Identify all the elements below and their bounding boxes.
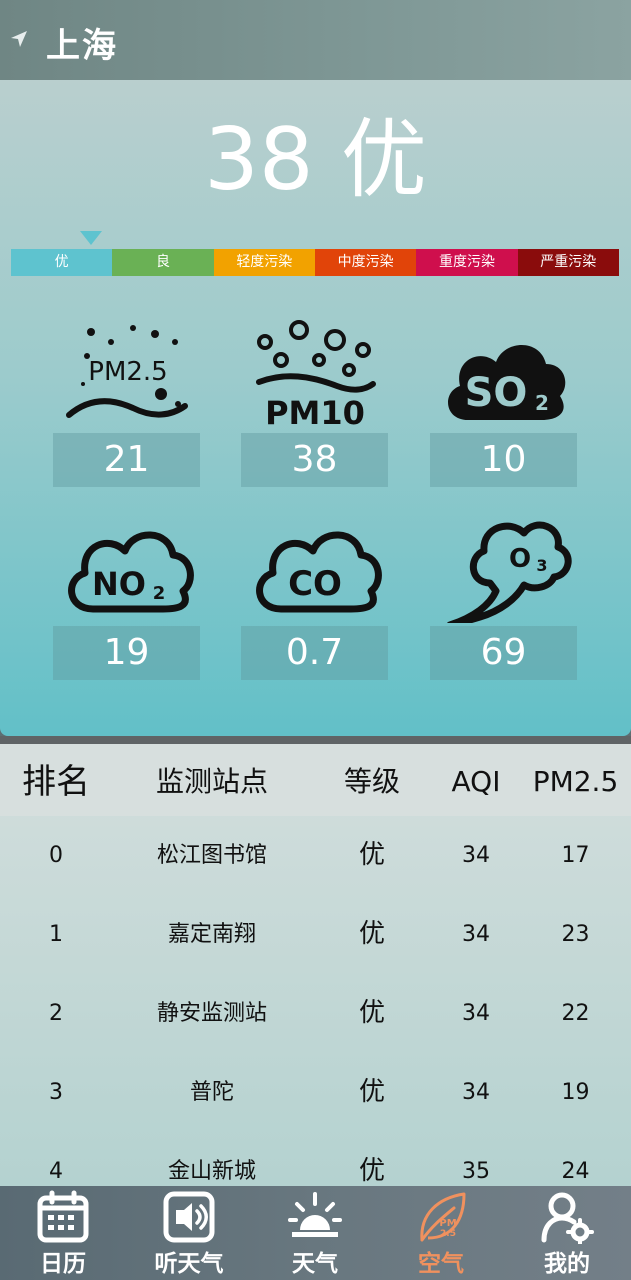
table-row[interactable]: 4 金山新城 优 35 24	[0, 1132, 631, 1186]
scale-segment: 中度污染	[314, 249, 417, 276]
nav-item-air[interactable]: PM 2.5 空气	[378, 1186, 504, 1280]
pollutant-value: 0.7	[241, 626, 388, 680]
cell-rank: 4	[49, 1159, 63, 1184]
calendar-icon	[37, 1190, 89, 1243]
table-row[interactable]: 1 嘉定南翔 优 34 23	[0, 895, 631, 974]
cell-pm25: 22	[561, 1001, 590, 1026]
speaker-icon	[163, 1191, 215, 1243]
co-icon-text: CO	[288, 564, 342, 604]
svg-text:2.5: 2.5	[440, 1229, 456, 1239]
cell-aqi: 34	[462, 922, 490, 947]
so2-icon-text: SO	[465, 370, 528, 416]
table-header: 排名 监测站点 等级 AQI PM2.5	[0, 744, 631, 816]
city-name[interactable]: 上海	[46, 18, 118, 67]
co-icon: CO	[256, 531, 382, 613]
cell-level: 优	[358, 1077, 385, 1107]
header-pm25: PM2.5	[532, 765, 619, 798]
cell-level: 优	[358, 1156, 385, 1186]
scale-segment: 重度污染	[416, 249, 518, 276]
header-aqi: AQI	[451, 765, 501, 798]
station-ranking-table[interactable]: 排名 监测站点 等级 AQI PM2.5 0 松江图书馆 优 34 17 1 嘉…	[0, 744, 631, 1186]
nav-label: 天气	[292, 1251, 338, 1277]
scale-segment: 严重污染	[517, 249, 619, 276]
nav-item-mine[interactable]: 我的	[504, 1186, 630, 1280]
header-level: 等级	[343, 765, 400, 798]
cell-station: 静安监测站	[156, 1001, 267, 1026]
pollutant-value: 38	[241, 433, 388, 487]
nav-label: 我的	[544, 1251, 590, 1277]
so2-icon: SO 2	[448, 345, 566, 420]
table-row[interactable]: 0 松江图书馆 优 34 17	[0, 816, 631, 895]
cell-aqi: 34	[462, 843, 490, 868]
cell-pm25: 24	[561, 1159, 590, 1184]
cell-station: 金山新城	[167, 1159, 256, 1184]
cell-station: 松江图书馆	[156, 843, 267, 868]
nav-label: 听天气	[154, 1251, 224, 1277]
nav-item-calendar[interactable]: 日历	[0, 1186, 126, 1280]
section-divider	[0, 736, 631, 744]
aqi-level-marker	[80, 231, 102, 245]
no2-icon: NO 2	[68, 531, 194, 613]
o3-icon: O 3	[447, 521, 572, 623]
cell-rank: 0	[49, 843, 63, 868]
cell-station: 普陀	[189, 1080, 234, 1105]
cell-pm25: 23	[561, 922, 590, 947]
bottom-nav: 日历 听天气 天气 PM 2.5 空气 我的	[0, 1186, 631, 1280]
table-row[interactable]: 3 普陀 优 34 19	[0, 1053, 631, 1132]
nav-label: 日历	[40, 1251, 86, 1277]
scale-segment: 轻度污染	[213, 249, 315, 276]
cell-aqi: 34	[462, 1080, 490, 1105]
cell-pm25: 17	[561, 843, 590, 868]
cell-level: 优	[358, 919, 385, 949]
aqi-scale: 优 良 轻度污染 中度污染 重度污染 严重污染	[11, 249, 619, 276]
leaf-pm25-icon: PM 2.5	[420, 1192, 466, 1242]
nav-item-weather[interactable]: 天气	[252, 1186, 378, 1280]
header-station: 监测站点	[155, 765, 268, 798]
cell-level: 优	[358, 998, 385, 1028]
cell-rank: 2	[49, 1001, 63, 1026]
cell-rank: 1	[49, 922, 63, 947]
header-rank: 排名	[22, 762, 90, 802]
cell-station: 嘉定南翔	[167, 922, 256, 947]
location-arrow-icon[interactable]	[10, 30, 28, 48]
o3-icon-text: O	[509, 544, 531, 574]
scale-segment: 优	[11, 249, 113, 276]
cell-rank: 3	[49, 1080, 63, 1105]
top-bar: 上海	[0, 0, 631, 80]
svg-text:2: 2	[535, 391, 549, 415]
pm25-icon: PM2.5	[66, 325, 188, 418]
scale-segment: 良	[112, 249, 214, 276]
nav-label: 空气	[418, 1251, 464, 1277]
aqi-panel: 38 优 优 良 轻度污染 中度污染 重度污染 严重污染 PM2.5 21 PM…	[0, 80, 631, 736]
pollutant-value: 21	[53, 433, 200, 487]
cell-aqi: 34	[462, 1001, 490, 1026]
cell-level: 优	[358, 840, 385, 870]
pm10-icon-text: PM10	[265, 394, 365, 430]
no2-icon-text: NO	[92, 565, 146, 603]
svg-text:PM: PM	[439, 1218, 456, 1229]
pm25-icon-text: PM2.5	[88, 357, 167, 387]
nav-item-listen[interactable]: 听天气	[126, 1186, 252, 1280]
pollutant-value: 10	[430, 433, 577, 487]
svg-text:3: 3	[536, 556, 547, 575]
pollutant-value: 69	[430, 626, 577, 680]
table-row[interactable]: 2 静安监测站 优 34 22	[0, 974, 631, 1053]
user-gear-icon	[541, 1192, 594, 1244]
svg-text:2: 2	[153, 583, 166, 604]
aqi-summary: 38 优	[204, 110, 427, 210]
cell-pm25: 19	[561, 1080, 590, 1105]
sunrise-icon	[288, 1192, 342, 1237]
pollutant-value: 19	[53, 626, 200, 680]
cell-aqi: 35	[462, 1159, 490, 1184]
pm10-icon: PM10	[256, 320, 376, 430]
